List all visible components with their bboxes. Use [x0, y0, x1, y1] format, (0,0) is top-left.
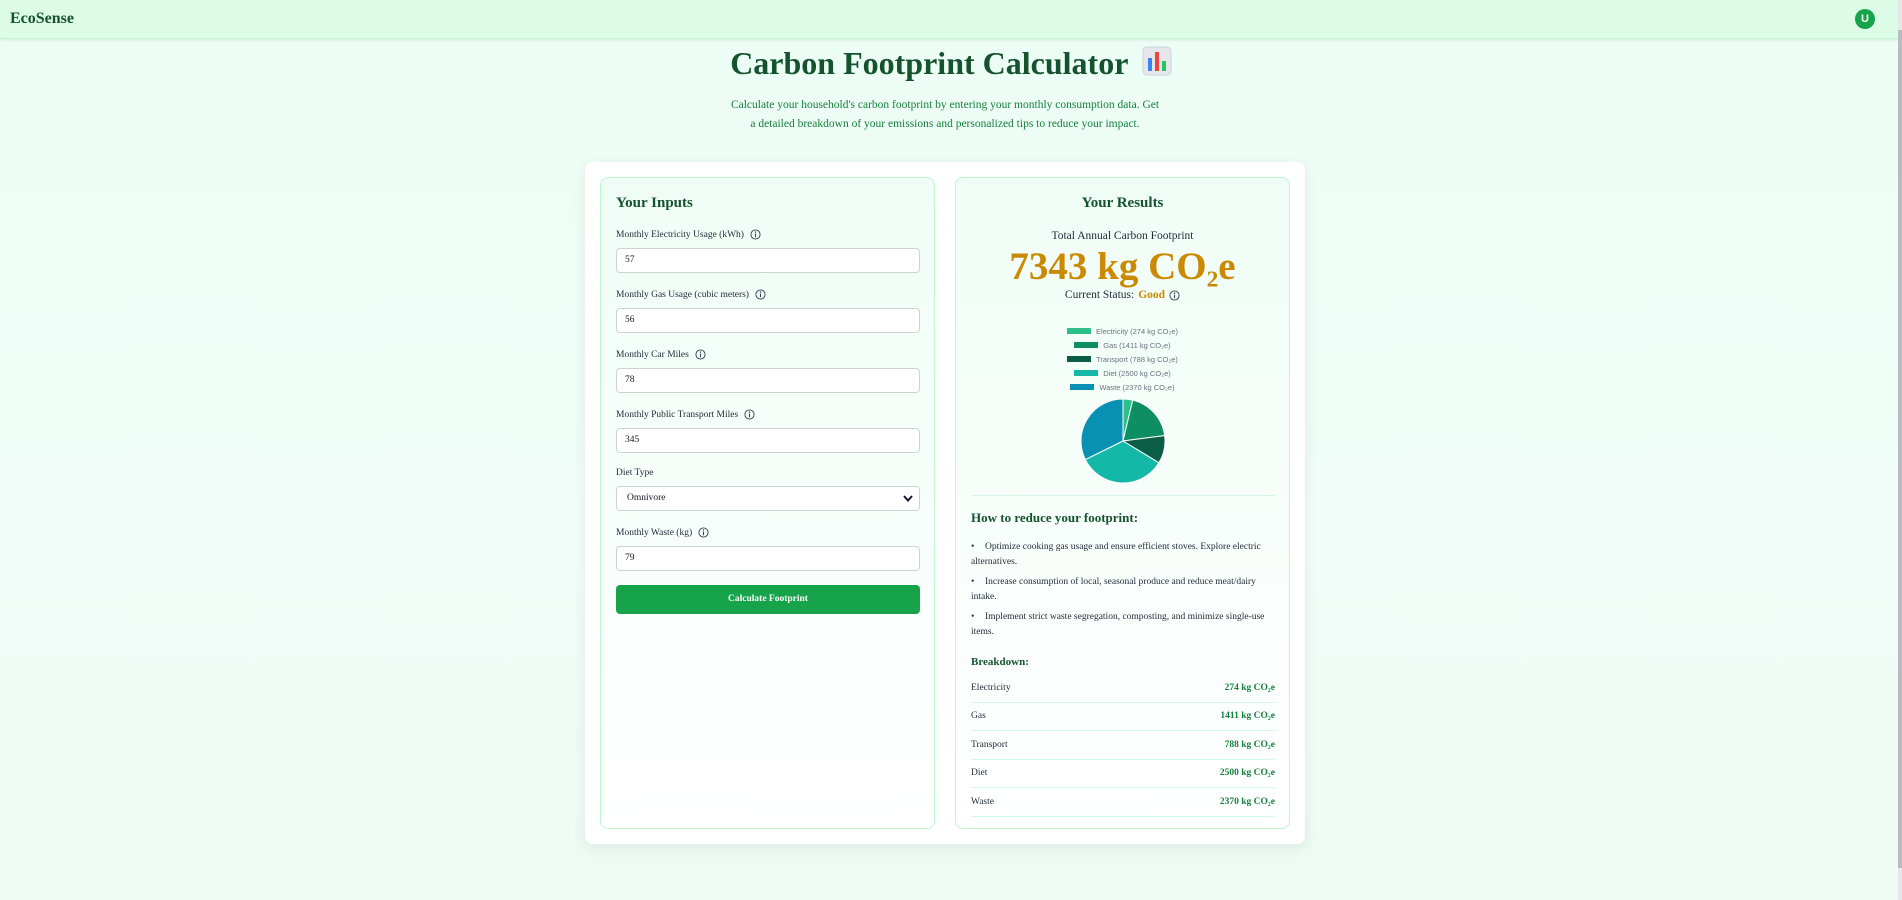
- brand-logo[interactable]: EcoSense: [10, 10, 74, 28]
- breakdown-row: Gas 1411 kg CO₂e: [971, 703, 1275, 731]
- legend-label: Transport (788 kg CO₂e): [1096, 354, 1178, 364]
- tip-item: • Optimize cooking gas usage and ensure e…: [971, 540, 1275, 570]
- bullet-icon: •: [971, 577, 975, 587]
- public-transport-label-text: Monthly Public Transport Miles: [616, 409, 739, 420]
- diet-type-label-text: Diet Type: [616, 468, 654, 478]
- bullet-icon: •: [971, 542, 975, 552]
- chevron-down-icon: [903, 495, 913, 503]
- diet-type-value: Omnivore: [627, 493, 666, 503]
- calculate-footprint-button[interactable]: Calculate Footprint: [616, 585, 920, 614]
- legend-item[interactable]: Gas (1411 kg CO₂e): [1074, 338, 1171, 352]
- legend-item[interactable]: Waste (2370 kg CO₂e): [1070, 380, 1175, 394]
- tip-text: Implement strict waste segregation, comp…: [971, 612, 1265, 637]
- legend-label: Waste (2370 kg CO₂e): [1099, 382, 1175, 392]
- legend-swatch: [1070, 384, 1095, 390]
- legend-label: Gas (1411 kg CO₂e): [1103, 340, 1171, 350]
- tip-text: Optimize cooking gas usage and ensure ef…: [971, 542, 1261, 567]
- diet-type-label: Diet Type: [616, 468, 653, 478]
- breakdown-title: Breakdown:: [971, 656, 1029, 668]
- chart-legend: Electricity (274 kg CO₂e) Gas (1411 kg CO…: [956, 324, 1289, 394]
- top-navbar: EcoSense U: [0, 0, 1898, 39]
- breakdown-label: Diet: [971, 768, 988, 779]
- diet-type-select[interactable]: Omnivore: [616, 486, 920, 511]
- bar-chart-icon: [1142, 46, 1172, 84]
- legend-item[interactable]: Transport (788 kg CO₂e): [1067, 352, 1178, 366]
- gas-label: Monthly Gas Usage (cubic meters): [616, 289, 766, 300]
- legend-item[interactable]: Electricity (274 kg CO₂e): [1066, 324, 1179, 338]
- car-miles-label: Monthly Car Miles: [616, 349, 706, 360]
- emissions-pie-chart: [1080, 398, 1166, 484]
- electricity-label: Monthly Electricity Usage (kWh): [616, 229, 761, 240]
- public-transport-label: Monthly Public Transport Miles: [616, 409, 755, 420]
- breakdown-value: 274 kg CO₂e: [1224, 682, 1275, 693]
- bullet-icon: •: [971, 612, 975, 622]
- car-miles-label-text: Monthly Car Miles: [616, 349, 689, 360]
- info-icon[interactable]: [755, 289, 766, 300]
- tip-item: • Implement strict waste segregation, com…: [971, 610, 1275, 640]
- waste-label-text: Monthly Waste (kg): [616, 527, 693, 538]
- breakdown-label: Waste: [971, 796, 994, 807]
- tips-title: How to reduce your footprint:: [971, 510, 1139, 525]
- status-label: Current Status:: [1064, 289, 1135, 301]
- electricity-label-text: Monthly Electricity Usage (kWh): [616, 229, 744, 240]
- legend-swatch: [1066, 328, 1091, 334]
- breakdown-table: Electricity 274 kg CO₂e Gas 1411 kg CO₂e…: [971, 674, 1275, 817]
- legend-label: Electricity (274 kg CO₂e): [1095, 326, 1179, 336]
- legend-item[interactable]: Diet (2500 kg CO₂e): [1074, 366, 1171, 380]
- info-icon[interactable]: [744, 409, 755, 420]
- results-panel: Your Results Total Annual Carbon Footpri…: [955, 177, 1290, 829]
- info-icon[interactable]: [750, 229, 761, 240]
- inputs-title: Your Inputs: [616, 195, 693, 211]
- breakdown-row: Diet 2500 kg CO₂e: [971, 760, 1275, 788]
- breakdown-value: 788 kg CO₂e: [1224, 739, 1275, 750]
- page-subtitle: Calculate your household's carbon footpr…: [730, 99, 1160, 130]
- legend-swatch: [1067, 356, 1092, 362]
- page-title-text: Carbon Footprint Calculator: [730, 45, 1128, 81]
- info-icon[interactable]: [695, 349, 706, 360]
- gas-label-text: Monthly Gas Usage (cubic meters): [616, 289, 749, 300]
- breakdown-value: 1411 kg CO₂e: [1220, 711, 1275, 722]
- breakdown-row: Electricity 274 kg CO₂e: [971, 674, 1275, 703]
- results-title: Your Results: [1081, 195, 1164, 211]
- info-icon[interactable]: [698, 527, 709, 538]
- car-miles-input[interactable]: 78: [616, 368, 920, 393]
- total-footprint-label: Total Annual Carbon Footprint: [1051, 230, 1194, 242]
- gas-input[interactable]: 56: [616, 308, 920, 333]
- tips-list: • Optimize cooking gas usage and ensure e…: [971, 540, 1275, 645]
- electricity-input[interactable]: 57: [616, 248, 920, 273]
- calculator-card: Your Inputs Monthly Electricity Usage (k…: [585, 162, 1305, 844]
- breakdown-value: 2370 kg CO₂e: [1219, 796, 1275, 807]
- page-title: Carbon Footprint Calculator: [0, 45, 1902, 84]
- legend-swatch: [1074, 370, 1099, 376]
- status-line: Current Status: Good: [956, 289, 1289, 301]
- waste-label: Monthly Waste (kg): [616, 527, 709, 538]
- breakdown-label: Electricity: [971, 682, 1011, 693]
- breakdown-label: Transport: [971, 739, 1008, 750]
- public-transport-input[interactable]: 345: [616, 428, 920, 453]
- total-footprint-value: 7343 kg CO₂e: [1009, 245, 1236, 288]
- user-avatar[interactable]: U: [1855, 9, 1875, 29]
- status-value: Good: [1138, 289, 1166, 301]
- tip-text: Increase consumption of local, seasonal …: [971, 577, 1256, 602]
- legend-label: Diet (2500 kg CO₂e): [1103, 368, 1171, 378]
- tip-item: • Increase consumption of local, seasonal…: [971, 575, 1275, 605]
- breakdown-label: Gas: [971, 711, 986, 722]
- breakdown-row: Transport 788 kg CO₂e: [971, 731, 1275, 760]
- legend-swatch: [1074, 342, 1099, 348]
- info-icon[interactable]: [1169, 289, 1180, 301]
- breakdown-row: Waste 2370 kg CO₂e: [971, 788, 1275, 817]
- inputs-panel: Your Inputs Monthly Electricity Usage (k…: [600, 177, 935, 829]
- breakdown-value: 2500 kg CO₂e: [1219, 768, 1275, 779]
- scrollbar-thumb[interactable]: [1898, 30, 1902, 868]
- waste-input[interactable]: 79: [616, 546, 920, 571]
- section-divider: [971, 495, 1275, 496]
